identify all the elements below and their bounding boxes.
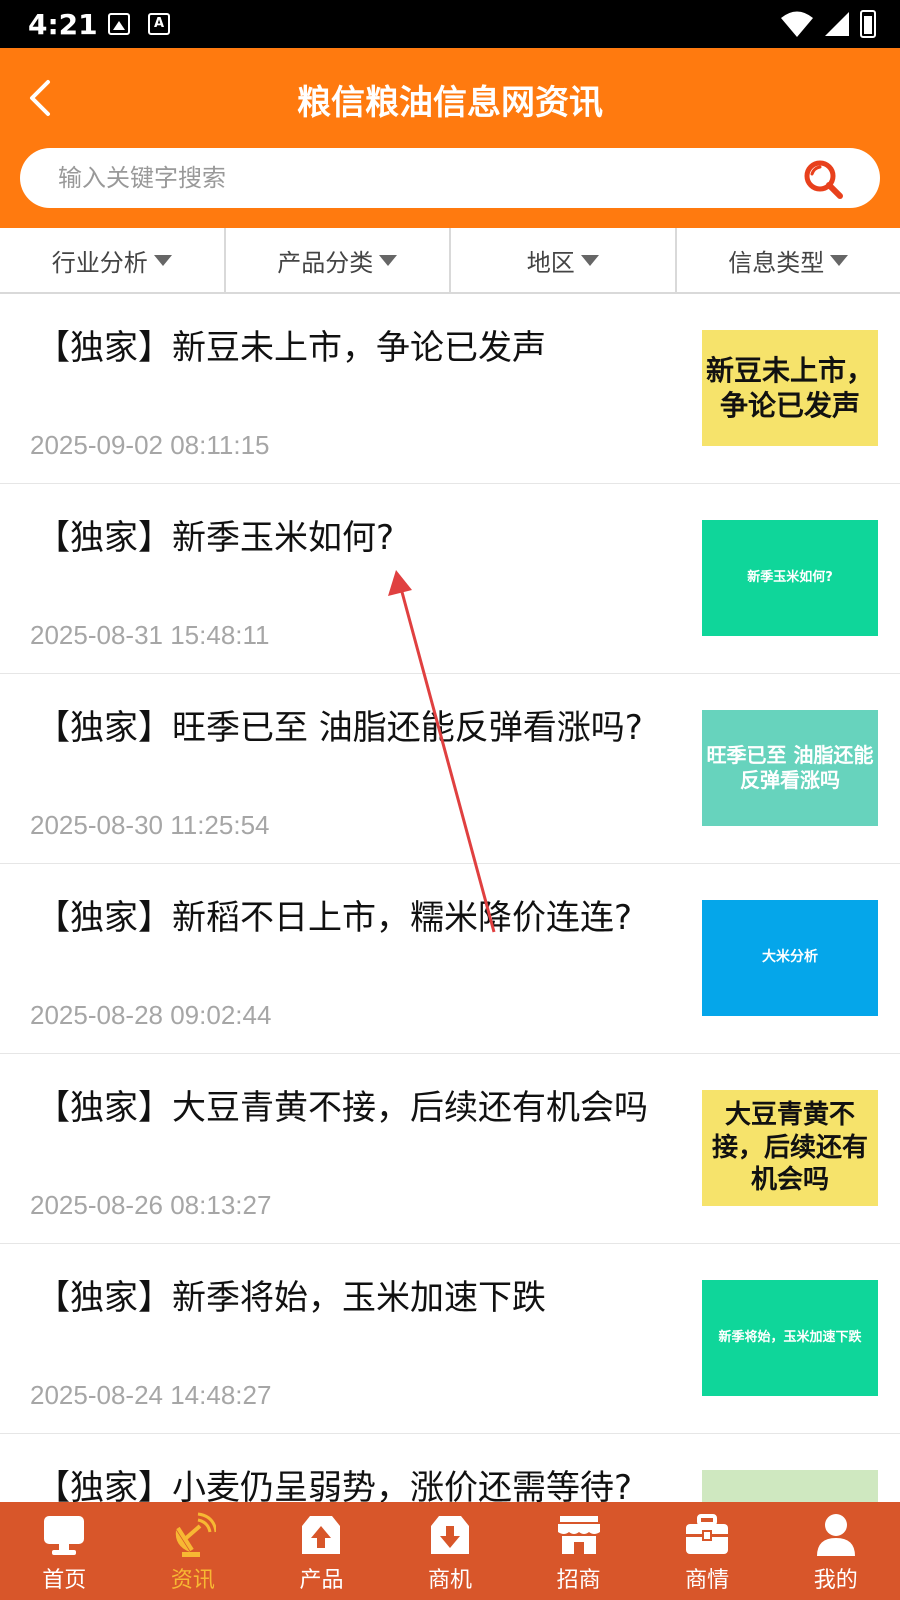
nav-label: 商情 (685, 1568, 730, 1593)
thumbnail-text: 大米分析 (762, 949, 818, 966)
wifi-icon (781, 11, 813, 37)
news-title: 【独家】新季玉米如何? (36, 518, 395, 558)
signal-icon (825, 12, 849, 36)
battery-icon (860, 10, 876, 38)
dropdown-triangle-icon (830, 254, 849, 266)
nav-label: 招商 (556, 1568, 601, 1593)
news-date: 2025-08-26 08:13:27 (30, 1190, 272, 1220)
news-title: 【独家】新季将始，玉米加速下跌 (36, 1278, 546, 1318)
nav-market-info[interactable]: 商情 (643, 1502, 772, 1600)
nav-investment[interactable]: 招商 (514, 1502, 643, 1600)
nav-profile[interactable]: 我的 (771, 1502, 900, 1600)
nav-label: 商机 (428, 1568, 473, 1593)
search-box[interactable] (20, 148, 880, 208)
news-date: 2025-08-31 15:48:11 (30, 620, 270, 650)
bottom-nav: 首页 资讯 产品 商机 招商 商情 我的 (0, 1502, 900, 1600)
briefcase-icon (686, 1514, 729, 1554)
system-icons (780, 10, 876, 38)
news-item[interactable]: 【独家】新季玉米如何? 2025-08-31 15:48:11 新季玉米如何? (0, 484, 900, 674)
status-bar: 4:21 A (0, 0, 900, 48)
news-title: 【独家】小麦仍呈弱势，涨价还需等待? (36, 1468, 633, 1502)
nav-news[interactable]: 资讯 (129, 1502, 258, 1600)
monitor-icon (44, 1516, 85, 1555)
store-icon (557, 1516, 600, 1554)
news-thumbnail: 大豆青黄不接，后续还有机会吗 (702, 1090, 878, 1206)
news-item[interactable]: 【独家】新豆未上市，争论已发声 2025-09-02 08:11:15 新豆未上… (0, 294, 900, 484)
news-thumbnail: 新豆未上市，争论已发声 (702, 330, 878, 446)
filter-product-category[interactable]: 产品分类 (226, 228, 451, 292)
news-date: 2025-08-30 11:25:54 (30, 810, 270, 840)
filter-region[interactable]: 地区 (451, 228, 677, 292)
nav-opportunities[interactable]: 商机 (386, 1502, 515, 1600)
thumbnail-text: 新豆未上市，争论已发声 (706, 354, 875, 422)
app-header: 粮信粮油信息网资讯 (0, 48, 900, 228)
nav-products[interactable]: 产品 (257, 1502, 386, 1600)
filter-info-type[interactable]: 信息类型 (677, 228, 900, 292)
news-date: 2025-08-24 14:48:27 (30, 1380, 272, 1410)
download-box-icon (431, 1516, 470, 1554)
image-notification-icon (108, 13, 130, 35)
news-thumbnail (702, 1470, 878, 1502)
nav-label: 资讯 (170, 1568, 215, 1593)
news-title: 【独家】旺季已至 油脂还能反弹看涨吗? (36, 708, 643, 748)
user-icon (816, 1514, 855, 1556)
dropdown-triangle-icon (580, 254, 599, 266)
news-title: 【独家】大豆青黄不接，后续还有机会吗 (36, 1088, 648, 1128)
news-item[interactable]: 【独家】大豆青黄不接，后续还有机会吗 2025-08-26 08:13:27 大… (0, 1054, 900, 1244)
thumbnail-text: 新季将始，玉米加速下跌 (718, 1329, 862, 1345)
news-item[interactable]: 【独家】新季将始，玉米加速下跌 2025-08-24 14:48:27 新季将始… (0, 1244, 900, 1434)
text-notification-icon: A (148, 13, 170, 35)
notification-icons: A (108, 13, 170, 35)
news-item[interactable]: 【独家】旺季已至 油脂还能反弹看涨吗? 2025-08-30 11:25:54 … (0, 674, 900, 864)
thumbnail-text: 大豆青黄不接，后续还有机会吗 (711, 1100, 868, 1196)
upload-box-icon (302, 1516, 341, 1554)
thumbnail-text: 旺季已至 油脂还能反弹看涨吗 (706, 743, 874, 792)
filter-label: 产品分类 (277, 248, 374, 277)
nav-label: 首页 (42, 1568, 87, 1593)
search-input[interactable] (58, 148, 758, 208)
filter-industry-analysis[interactable]: 行业分析 (0, 228, 226, 292)
dropdown-triangle-icon (153, 254, 172, 266)
nav-label: 产品 (299, 1568, 344, 1593)
news-item[interactable]: 【独家】小麦仍呈弱势，涨价还需等待? (0, 1434, 900, 1502)
news-thumbnail: 大米分析 (702, 900, 878, 1016)
thumbnail-text: 新季玉米如何? (747, 569, 833, 585)
news-date: 2025-09-02 08:11:15 (30, 430, 270, 460)
dropdown-triangle-icon (379, 254, 398, 266)
satellite-dish-icon (175, 1512, 216, 1557)
news-thumbnail: 旺季已至 油脂还能反弹看涨吗 (702, 710, 878, 826)
filter-label: 地区 (526, 248, 575, 277)
filter-label: 信息类型 (728, 248, 825, 277)
nav-label: 我的 (813, 1568, 858, 1593)
news-thumbnail: 新季将始，玉米加速下跌 (702, 1280, 878, 1396)
search-icon[interactable] (802, 158, 844, 200)
news-item[interactable]: 【独家】新稻不日上市，糯米降价连连? 2025-08-28 09:02:44 大… (0, 864, 900, 1054)
filter-bar: 行业分析 产品分类 地区 信息类型 (0, 228, 900, 294)
status-time: 4:21 (28, 8, 98, 41)
news-title: 【独家】新稻不日上市，糯米降价连连? (36, 898, 633, 938)
news-list: 【独家】新豆未上市，争论已发声 2025-09-02 08:11:15 新豆未上… (0, 294, 900, 1502)
nav-home[interactable]: 首页 (0, 1502, 129, 1600)
news-title: 【独家】新豆未上市，争论已发声 (36, 328, 546, 368)
page-title: 粮信粮油信息网资讯 (297, 83, 603, 123)
filter-label: 行业分析 (51, 248, 148, 277)
news-date: 2025-08-28 09:02:44 (30, 1000, 272, 1030)
news-thumbnail: 新季玉米如何? (702, 520, 878, 636)
